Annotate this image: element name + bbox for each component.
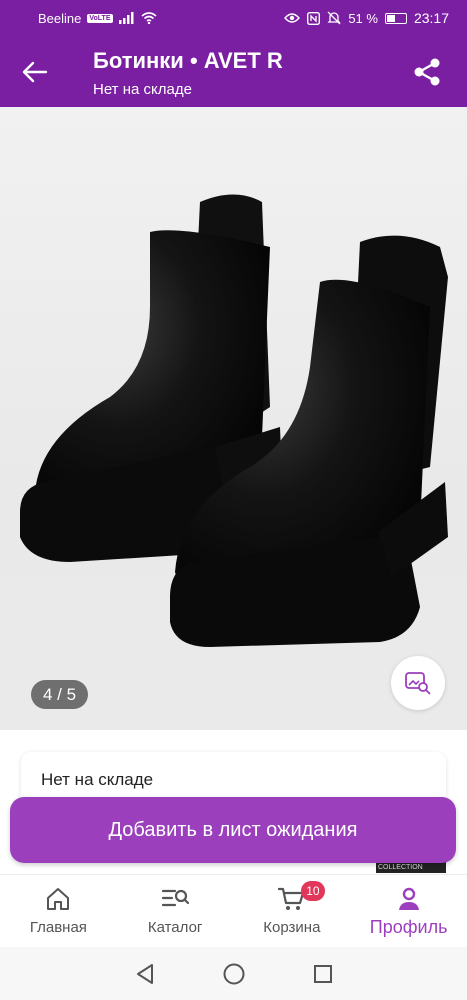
page-title: Ботинки • AVET R [93, 48, 283, 73]
carrier-name: Beeline [38, 10, 82, 26]
signal-icon [118, 12, 134, 24]
nav-label: Каталог [147, 919, 203, 936]
system-nav [0, 947, 467, 1000]
photo-search-button[interactable] [391, 656, 445, 710]
nav-item-home[interactable]: Главная [0, 875, 117, 947]
battery-percent: 51 % [348, 10, 378, 26]
battery-level [386, 14, 396, 22]
cart-count-badge: 10 [301, 881, 325, 901]
system-recents-button[interactable] [310, 961, 336, 987]
back-button[interactable] [20, 58, 50, 86]
image-search-icon [405, 672, 431, 695]
nav-label: Корзина [263, 919, 321, 936]
nfc-icon [307, 11, 321, 25]
arrow-left-icon [22, 61, 48, 83]
nav-item-cart[interactable]: 10 Корзина [234, 875, 351, 947]
mute-bell-icon [327, 11, 341, 25]
status-left: Beeline VoLTE [38, 11, 157, 26]
bottom-nav: Главная Каталог 10 Корзина Профиль [0, 874, 467, 947]
circle-home-icon [223, 963, 244, 984]
nav-item-profile[interactable]: Профиль [350, 875, 467, 947]
nav-label: Главная [29, 919, 87, 936]
add-to-waitlist-button[interactable]: Добавить в лист ожидания [10, 797, 456, 863]
status-bar: Beeline VoLTE 51 % 23:17 [0, 0, 467, 36]
collection-tag: COLLECTION [376, 862, 446, 873]
nav-label: Профиль [369, 917, 448, 937]
profile-icon [395, 885, 423, 913]
status-right: 51 % 23:17 [284, 10, 449, 26]
home-icon [44, 885, 72, 913]
stock-status: Нет на складе [41, 770, 154, 789]
product-image[interactable] [0, 107, 467, 730]
battery-icon [384, 12, 407, 24]
square-recents-icon [313, 964, 332, 983]
system-back-button[interactable] [132, 961, 158, 987]
app-bar: Ботинки • AVET R Нет на складе [0, 36, 467, 107]
eye-icon [284, 13, 301, 23]
boots-illustration [20, 194, 448, 647]
catalog-search-icon [161, 885, 190, 913]
clock: 23:17 [413, 10, 449, 26]
share-button[interactable] [411, 56, 443, 88]
share-icon [414, 58, 440, 86]
gallery-counter: 4 / 5 [31, 680, 88, 709]
nav-item-catalog[interactable]: Каталог [117, 875, 234, 947]
volte-badge: VoLTE [87, 13, 113, 23]
page-subtitle: Нет на складе [93, 81, 192, 98]
system-home-button[interactable] [221, 961, 247, 987]
wifi-icon [140, 12, 157, 24]
triangle-back-icon [136, 963, 153, 984]
